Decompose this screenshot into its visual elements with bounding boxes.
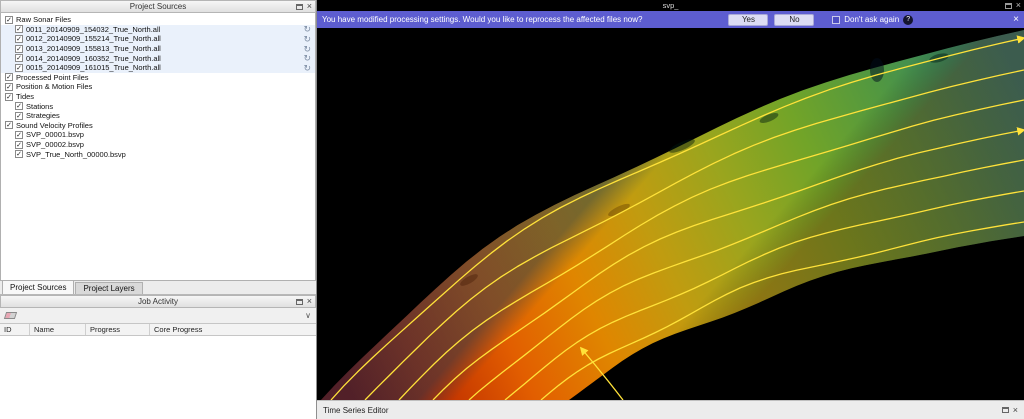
column-header-id: ID [0, 324, 30, 335]
close-icon[interactable]: × [307, 298, 312, 305]
bathymetry-swath [317, 28, 1024, 400]
tree-item-processed-point-files[interactable]: ✓Processed Point Files [1, 73, 315, 83]
tab-project-layers[interactable]: Project Layers [75, 282, 142, 294]
tree-item-stations[interactable]: ✓Stations [1, 101, 315, 111]
tree-item-label: 0015_20140909_161015_True_North.all [26, 63, 161, 72]
tree-item-label: 0012_20140909_155214_True_North.all [26, 34, 161, 43]
checkbox[interactable]: ✓ [15, 112, 23, 120]
float-icon[interactable] [1005, 3, 1012, 9]
checkbox[interactable]: ✓ [15, 150, 23, 158]
tree-item-sonar-file[interactable]: ✓0011_20140909_154032_True_North.all ↻ [1, 25, 315, 35]
tree-item-raw-sonar-files[interactable]: ✓Raw Sonar Files [1, 15, 315, 25]
time-series-editor-label: Time Series Editor [323, 406, 389, 415]
checkbox[interactable]: ✓ [15, 35, 23, 43]
notification-message: You have modified processing settings. W… [322, 15, 642, 24]
reprocess-icon[interactable]: ↻ [303, 54, 311, 62]
tree-item-label: Raw Sonar Files [16, 15, 71, 24]
reprocess-notification-bar: You have modified processing settings. W… [317, 11, 1024, 28]
tree-item-label: Position & Motion Files [16, 82, 92, 91]
bathymetry-scene-view[interactable] [317, 28, 1024, 400]
tree-item-sonar-file[interactable]: ✓0013_20140909_155813_True_North.all ↻ [1, 44, 315, 54]
dock-tabs: Project Sources Project Layers [0, 281, 316, 295]
chevron-down-icon[interactable]: ∨ [305, 312, 311, 320]
column-header-core-progress: Core Progress [150, 324, 316, 335]
checkbox[interactable]: ✓ [15, 25, 23, 33]
tree-item-tides[interactable]: ✓Tides [1, 92, 315, 102]
no-button[interactable]: No [774, 14, 814, 26]
job-activity-toolbar: ∨ [0, 308, 316, 324]
job-activity-table-header: ID Name Progress Core Progress [0, 324, 316, 336]
scene-titlebar: svp_ × [317, 0, 1024, 11]
job-activity-title: Job Activity [1, 297, 315, 306]
scene-window: svp_ × You have modified processing sett… [317, 0, 1024, 419]
project-sources-title: Project Sources [1, 2, 315, 11]
tree-item-label: 0014_20140909_160352_True_North.all [26, 54, 161, 63]
tree-item-label: SVP_00001.bsvp [26, 130, 84, 139]
reprocess-icon[interactable]: ↻ [303, 64, 311, 72]
left-dock: Project Sources × ✓Raw Sonar Files ✓0011… [0, 0, 317, 419]
tree-item-sound-velocity-profiles[interactable]: ✓Sound Velocity Profiles [1, 121, 315, 131]
clear-jobs-icon[interactable] [4, 312, 17, 319]
tree-item-sonar-file[interactable]: ✓0012_20140909_155214_True_North.all ↻ [1, 34, 315, 44]
tree-item-strategies[interactable]: ✓Strategies [1, 111, 315, 121]
tab-project-sources[interactable]: Project Sources [2, 280, 74, 294]
swath-shading [321, 30, 1024, 400]
yes-button[interactable]: Yes [728, 14, 768, 26]
checkbox[interactable]: ✓ [15, 64, 23, 72]
tree-item-label: Sound Velocity Profiles [16, 121, 93, 130]
tree-item-svp-file[interactable]: ✓SVP_True_North_00000.bsvp [1, 149, 315, 159]
checkbox[interactable]: ✓ [5, 73, 13, 81]
tree-item-label: 0011_20140909_154032_True_North.all [26, 25, 160, 34]
checkbox[interactable]: ✓ [5, 83, 13, 91]
tree-item-svp-file[interactable]: ✓SVP_00002.bsvp [1, 140, 315, 150]
help-icon[interactable]: ? [903, 15, 913, 25]
checkbox[interactable]: ✓ [5, 121, 13, 129]
close-icon[interactable]: × [1016, 2, 1021, 9]
tree-item-label: SVP_00002.bsvp [26, 140, 84, 149]
float-icon[interactable] [296, 299, 303, 305]
tree-item-label: Strategies [26, 111, 60, 120]
checkbox[interactable]: ✓ [15, 45, 23, 53]
tree-item-label: Processed Point Files [16, 73, 89, 82]
checkbox[interactable]: ✓ [5, 16, 13, 24]
tab-label: Project Sources [10, 283, 66, 292]
tree-item-sonar-file[interactable]: ✓0015_20140909_161015_True_North.all ↻ [1, 63, 315, 73]
scene-title: svp_ [663, 1, 679, 10]
tree-item-label: Tides [16, 92, 34, 101]
float-icon[interactable] [1002, 407, 1009, 413]
checkbox[interactable]: ✓ [15, 102, 23, 110]
job-activity-titlebar: Job Activity × [0, 295, 316, 308]
tree-item-position-motion-files[interactable]: ✓Position & Motion Files [1, 82, 315, 92]
dont-ask-again-checkbox[interactable] [832, 16, 840, 24]
float-icon[interactable] [296, 4, 303, 10]
job-activity-table-body [0, 336, 316, 419]
checkbox[interactable]: ✓ [5, 93, 13, 101]
column-header-progress: Progress [86, 324, 150, 335]
reprocess-icon[interactable]: ↻ [303, 45, 311, 53]
time-series-editor-bar: Time Series Editor × [317, 400, 1024, 419]
tree-item-sonar-file[interactable]: ✓0014_20140909_160352_True_North.all ↻ [1, 53, 315, 63]
close-icon[interactable]: × [1013, 407, 1018, 414]
column-header-name: Name [30, 324, 86, 335]
tree-item-label: Stations [26, 102, 53, 111]
tree-item-label: SVP_True_North_00000.bsvp [26, 150, 126, 159]
tab-label: Project Layers [83, 284, 134, 293]
project-sources-tree: ✓Raw Sonar Files ✓0011_20140909_154032_T… [0, 13, 316, 281]
tree-item-label: 0013_20140909_155813_True_North.all [26, 44, 161, 53]
checkbox[interactable]: ✓ [15, 54, 23, 62]
project-sources-titlebar: Project Sources × [0, 0, 316, 13]
checkbox[interactable]: ✓ [15, 131, 23, 139]
close-icon[interactable]: × [307, 3, 312, 10]
notification-close-icon[interactable]: × [1013, 15, 1019, 25]
dont-ask-again-label: Don't ask again [844, 15, 899, 24]
reprocess-icon[interactable]: ↻ [303, 35, 311, 43]
checkbox[interactable]: ✓ [15, 141, 23, 149]
reprocess-icon[interactable]: ↻ [303, 25, 311, 33]
tree-item-svp-file[interactable]: ✓SVP_00001.bsvp [1, 130, 315, 140]
